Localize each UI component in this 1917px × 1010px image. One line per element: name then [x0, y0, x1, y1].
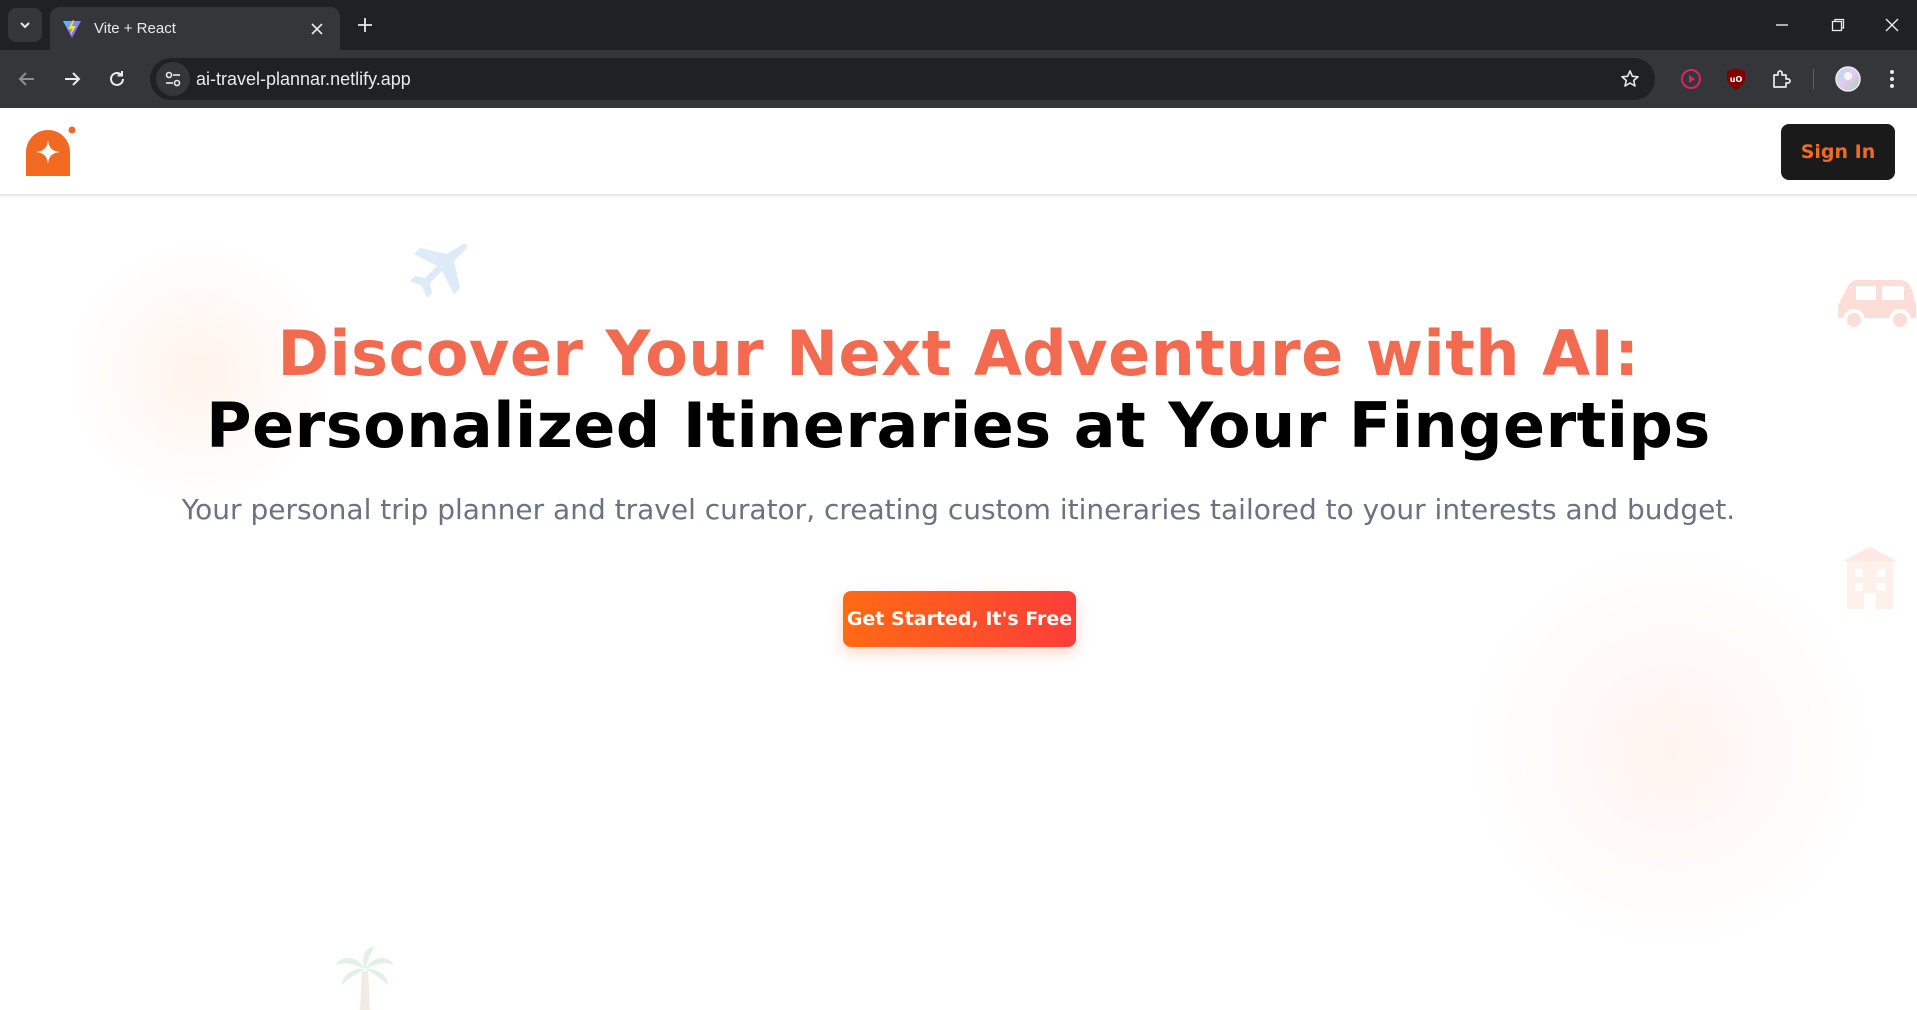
browser-tab-bar: Vite + React — [0, 0, 1917, 50]
get-started-button[interactable]: Get Started, It's Free — [843, 591, 1076, 647]
url-text: ai-travel-plannar.netlify.app — [196, 69, 411, 89]
toolbar-divider — [1813, 69, 1814, 89]
profile-avatar[interactable] — [1833, 64, 1863, 94]
hotel-building-icon — [1843, 547, 1897, 609]
new-tab-plus-icon[interactable] — [350, 10, 380, 40]
background-glow — [1470, 548, 1870, 948]
browser-tab[interactable]: Vite + React — [50, 7, 340, 50]
hero-title: Discover Your Next Adventure with AI: Pe… — [0, 318, 1917, 462]
ublock-shield-icon[interactable]: uO — [1721, 64, 1751, 94]
vite-logo-icon — [63, 19, 81, 38]
restore-icon[interactable] — [1818, 8, 1858, 42]
reload-icon[interactable] — [100, 62, 134, 96]
airplane-icon — [410, 243, 467, 298]
close-tab-icon[interactable] — [306, 18, 328, 40]
chevron-down-icon — [20, 22, 30, 29]
hero-title-highlight: Discover Your Next Adventure with AI: — [277, 317, 1640, 390]
browser-menu-icon[interactable] — [1877, 64, 1907, 94]
palm-tree-icon — [336, 947, 394, 1010]
hero-subtitle: Your personal trip planner and travel cu… — [181, 493, 1736, 526]
forward-arrow-icon[interactable] — [55, 62, 89, 96]
back-arrow-icon[interactable] — [10, 62, 44, 96]
extensions-puzzle-icon[interactable] — [1766, 64, 1796, 94]
minimize-icon[interactable] — [1762, 8, 1802, 42]
hero-section: Discover Your Next Adventure with AI: Pe… — [0, 318, 1917, 462]
svg-text:uO: uO — [1730, 75, 1743, 84]
site-settings-icon[interactable] — [156, 62, 190, 96]
address-bar[interactable]: ai-travel-plannar.netlify.app — [150, 58, 1655, 100]
app-header: Sign In — [0, 108, 1917, 196]
tab-search-button[interactable] — [8, 8, 42, 42]
app-logo-icon[interactable] — [22, 124, 78, 180]
tab-title: Vite + React — [94, 20, 176, 37]
browser-toolbar: ai-travel-plannar.netlify.app uO — [0, 50, 1917, 108]
sign-in-button[interactable]: Sign In — [1781, 124, 1895, 180]
hero-title-main: Personalized Itineraries at Your Fingert… — [206, 389, 1711, 462]
close-window-icon[interactable] — [1872, 8, 1912, 42]
web-page: Sign In Discover Your Next Adventure wit… — [0, 108, 1917, 1010]
screen-recorder-extension-icon[interactable] — [1676, 64, 1706, 94]
bookmark-star-icon[interactable] — [1617, 66, 1643, 92]
